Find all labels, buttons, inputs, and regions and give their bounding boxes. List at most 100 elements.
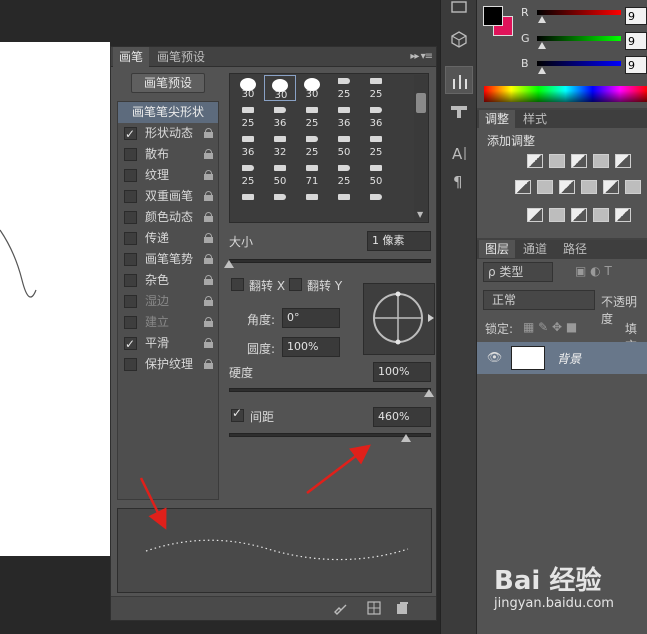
channel-r-value[interactable]: 9: [625, 7, 647, 25]
lock-icon[interactable]: [204, 275, 213, 285]
option-item[interactable]: 杂色: [118, 270, 218, 291]
hardness-field[interactable]: 100%: [373, 362, 431, 382]
brush-tip[interactable]: 25: [232, 162, 264, 188]
option-tip-shape[interactable]: 画笔笔尖形状: [118, 102, 218, 123]
adjustment-icon[interactable]: [537, 180, 553, 194]
brush-tip[interactable]: 25: [328, 162, 360, 188]
size-slider[interactable]: [229, 259, 431, 263]
brush-tip[interactable]: 36: [232, 133, 264, 159]
brush-tip[interactable]: 50: [328, 133, 360, 159]
clone-source-icon[interactable]: [449, 102, 469, 120]
tab-brush[interactable]: 画笔: [113, 47, 150, 67]
lock-icon[interactable]: [204, 338, 213, 348]
brush-tip[interactable]: 25: [296, 104, 328, 130]
angle-field[interactable]: 0°: [282, 308, 340, 328]
brush-tip[interactable]: 30: [264, 75, 296, 101]
option-item[interactable]: 纹理: [118, 165, 218, 186]
brush-tip[interactable]: 50: [264, 162, 296, 188]
adjustment-icon[interactable]: [571, 208, 587, 222]
layer-row-background[interactable]: 👁 背景: [477, 342, 647, 374]
channel-b-slider[interactable]: [537, 61, 621, 66]
lock-icon[interactable]: [204, 359, 213, 369]
document-canvas[interactable]: [0, 42, 110, 556]
channel-r-slider[interactable]: [537, 10, 621, 15]
brush-tip[interactable]: 25: [360, 133, 392, 159]
adjustment-icon[interactable]: [593, 154, 609, 168]
brush-tip[interactable]: [328, 191, 360, 217]
size-slider-knob[interactable]: [224, 260, 234, 268]
brush-tip[interactable]: 50: [360, 162, 392, 188]
adjustment-icon[interactable]: [559, 180, 575, 194]
option-item[interactable]: 平滑: [118, 333, 218, 355]
channel-b-knob[interactable]: [538, 67, 546, 74]
option-checkbox[interactable]: [124, 211, 137, 224]
layer-kind-filter[interactable]: ρ 类型: [483, 262, 553, 282]
flip-y-checkbox[interactable]: [289, 278, 302, 291]
option-checkbox[interactable]: [124, 334, 137, 355]
lock-icon[interactable]: [204, 128, 213, 138]
brush-tip[interactable]: 25: [360, 75, 392, 101]
adjustment-icon[interactable]: [549, 208, 565, 222]
new-brush-icon[interactable]: [395, 601, 409, 615]
brush-tip[interactable]: 25: [328, 75, 360, 101]
option-checkbox[interactable]: [124, 169, 137, 182]
size-field[interactable]: 1 像素: [367, 231, 431, 251]
angle-roundness-widget[interactable]: [363, 283, 435, 355]
tab-brush-presets[interactable]: 画笔预设: [151, 47, 211, 67]
foreground-color-swatch[interactable]: [483, 6, 503, 26]
blend-mode-select[interactable]: 正常: [483, 290, 595, 310]
hardness-slider-knob[interactable]: [424, 389, 434, 397]
lock-icon[interactable]: [204, 254, 213, 264]
brush-tip[interactable]: 30: [232, 75, 264, 101]
brush-tip[interactable]: 36: [328, 104, 360, 130]
option-item[interactable]: 传递: [118, 228, 218, 249]
adjustment-icon[interactable]: [603, 180, 619, 194]
roundness-field[interactable]: 100%: [282, 337, 340, 357]
adjustment-icon[interactable]: [527, 154, 543, 168]
adjustment-icon[interactable]: [571, 154, 587, 168]
character-icon[interactable]: A: [449, 144, 469, 162]
brush-tip[interactable]: 32: [264, 133, 296, 159]
tip-grid-scrollbar[interactable]: ▼: [414, 75, 428, 221]
brush-panel-toggle[interactable]: [445, 66, 473, 94]
option-checkbox[interactable]: [124, 148, 137, 161]
option-item[interactable]: 颜色动态: [118, 207, 218, 228]
history-icon[interactable]: [449, 0, 469, 18]
channel-r-knob[interactable]: [538, 16, 546, 23]
brush-tip[interactable]: 71: [296, 162, 328, 188]
hardness-slider[interactable]: [229, 388, 431, 392]
channel-g-value[interactable]: 9: [625, 32, 647, 50]
option-item[interactable]: 画笔笔势: [118, 249, 218, 270]
adjustment-icon[interactable]: [625, 180, 641, 194]
tab-channels[interactable]: 通道: [517, 240, 553, 258]
scrollbar-thumb[interactable]: [416, 93, 426, 113]
lock-icon[interactable]: [204, 149, 213, 159]
lock-icon[interactable]: [204, 317, 213, 327]
channel-g-slider[interactable]: [537, 36, 621, 41]
option-item[interactable]: 散布: [118, 144, 218, 165]
brush-preset-button[interactable]: 画笔预设: [131, 73, 205, 93]
brush-tip[interactable]: 36: [264, 104, 296, 130]
brush-tip[interactable]: [232, 191, 264, 217]
lock-icon[interactable]: [204, 170, 213, 180]
grid-toggle-icon[interactable]: [367, 601, 381, 615]
scroll-down-icon[interactable]: ▼: [417, 210, 423, 219]
tab-styles[interactable]: 样式: [517, 110, 553, 128]
channel-g-knob[interactable]: [538, 42, 546, 49]
adjustment-icon[interactable]: [615, 208, 631, 222]
adjustment-icon[interactable]: [581, 180, 597, 194]
tab-layers[interactable]: 图层: [479, 240, 516, 258]
option-item[interactable]: 双重画笔: [118, 186, 218, 207]
spacing-checkbox[interactable]: [231, 406, 244, 422]
paragraph-icon[interactable]: ¶: [449, 172, 469, 190]
adjustment-icon[interactable]: [515, 180, 531, 194]
option-checkbox[interactable]: [124, 274, 137, 287]
visibility-eye-icon[interactable]: 👁: [487, 350, 502, 364]
lock-icon[interactable]: [204, 233, 213, 243]
channel-b-value[interactable]: 9: [625, 56, 647, 74]
brush-edit-icon[interactable]: [333, 602, 349, 616]
lock-icons[interactable]: ▦ ✎ ✥ ■: [523, 320, 577, 334]
brush-tip[interactable]: 30: [296, 75, 328, 101]
option-checkbox[interactable]: [124, 253, 137, 266]
brush-tip[interactable]: [360, 191, 392, 217]
